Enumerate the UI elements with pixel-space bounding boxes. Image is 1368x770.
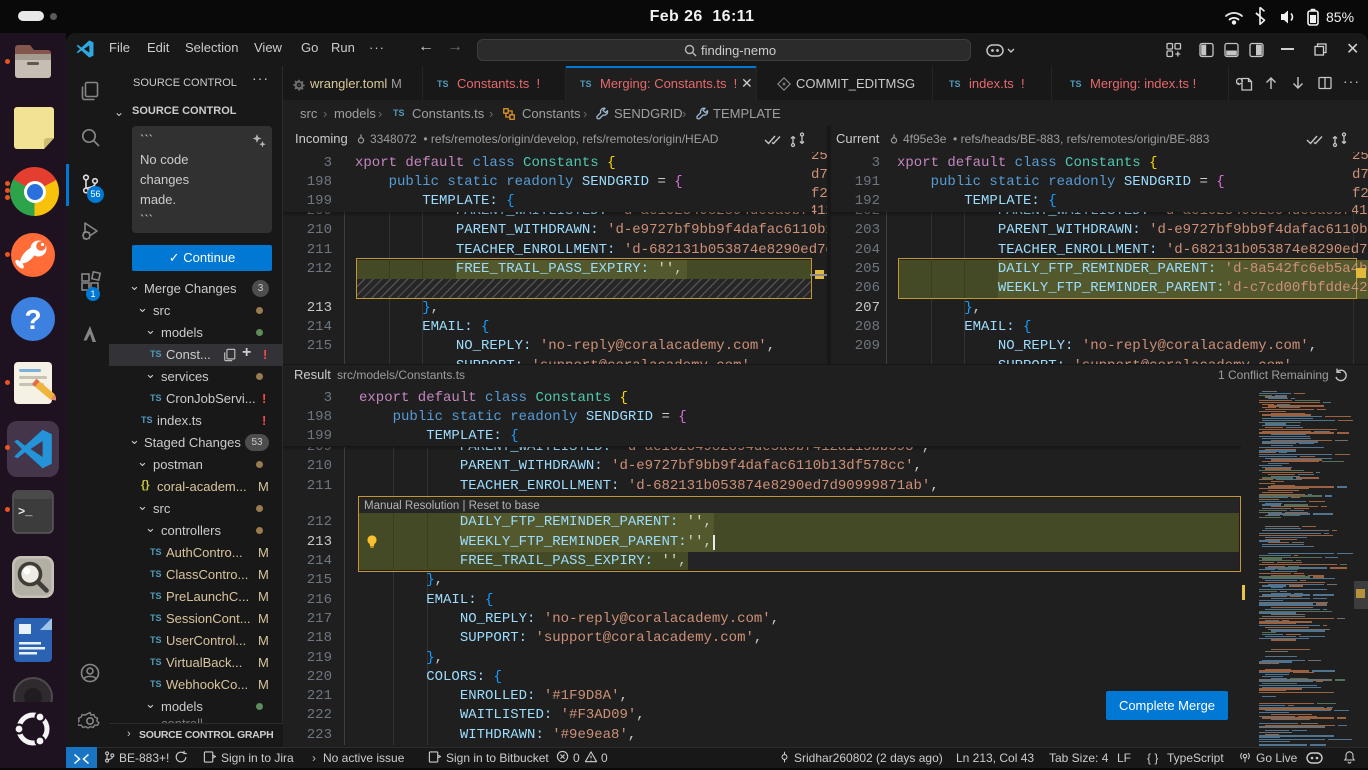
svg-text:85%: 85% — [1326, 9, 1354, 25]
svg-text:?: ? — [24, 304, 41, 335]
svg-text:>_: >_ — [18, 505, 33, 519]
